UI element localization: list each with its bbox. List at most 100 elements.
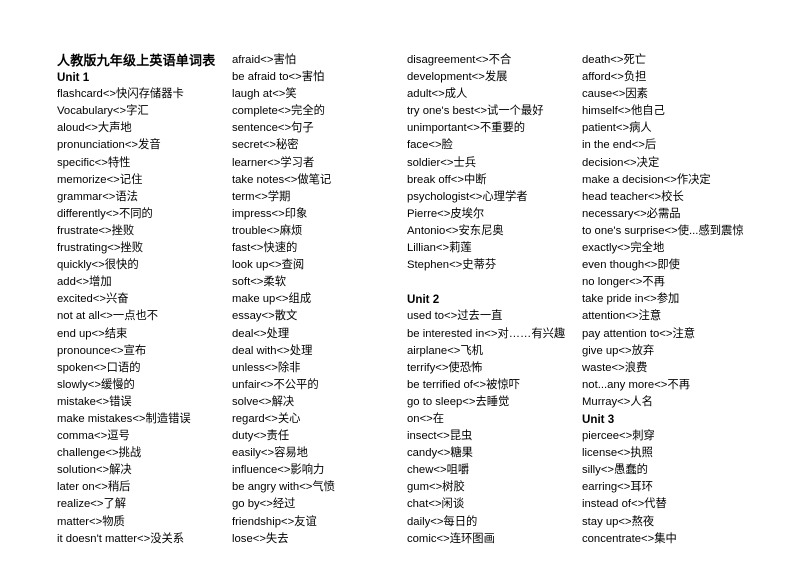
vocabulary-entry: piercee<>刺穿 [582, 430, 655, 443]
vocabulary-entry: trouble<>麻烦 [232, 224, 303, 237]
vocabulary-entry: mistake<>错误 [57, 395, 132, 408]
vocabulary-entry: challenge<>挑战 [57, 447, 142, 460]
vocabulary-entry: slowly<>缓慢的 [57, 378, 135, 391]
vocabulary-entry: in the end<>后 [582, 139, 657, 152]
vocabulary-entry: chew<>咀嚼 [407, 464, 470, 477]
vocabulary-entry: secret<>秘密 [232, 139, 299, 152]
vocabulary-entry: go by<>经过 [232, 498, 296, 511]
vocabulary-entry: grammar<>语法 [57, 190, 138, 203]
column-3: disagreement<>不合 development<>发展 adult<>成人… [407, 52, 582, 548]
vocabulary-entry: patient<>病人 [582, 122, 652, 135]
vocabulary-entry: Antonio<>安东尼奥 [407, 224, 504, 237]
vocabulary-entry: take pride in<>参加 [582, 293, 680, 306]
vocabulary-entry: concentrate<>集中 [582, 532, 677, 545]
vocabulary-entry: solve<>解决 [232, 395, 295, 408]
vocabulary-entry: stay up<>熬夜 [582, 515, 655, 528]
vocabulary-entry: deal with<>处理 [232, 344, 313, 357]
vocabulary-entry: make a decision<>作决定 [582, 173, 711, 186]
vocabulary-entry: soft<>柔软 [232, 276, 286, 289]
vocabulary-entry: quickly<>很快的 [57, 259, 139, 272]
vocabulary-entry: influence<>影响力 [232, 464, 325, 477]
vocabulary-entry: make up<>组成 [232, 293, 312, 306]
vocabulary-entry: exactly<>完全地 [582, 242, 665, 255]
vocabulary-entry: pronunciation<>发音 [57, 139, 161, 152]
vocabulary-entry: later on<>稍后 [57, 481, 131, 494]
vocabulary-entry: daily<>每日的 [407, 515, 478, 528]
vocabulary-entry: afford<>负担 [582, 71, 647, 84]
vocabulary-entry: solution<>解决 [57, 464, 132, 477]
spacer-row [407, 274, 582, 291]
vocabulary-entry: license<>执照 [582, 447, 653, 460]
vocabulary-entry: to one's surprise<>使...感到震惊 [582, 224, 744, 237]
vocabulary-entry: make mistakes<>制造错误 [57, 412, 191, 425]
vocabulary-entry: unfair<>不公平的 [232, 378, 319, 391]
page-title: 人教版九年级上英语单词表 [57, 53, 216, 68]
vocabulary-entry: be angry with<>气愤 [232, 481, 335, 494]
vocabulary-entry: waste<>浪费 [582, 361, 648, 374]
column-4: death<>死亡 afford<>负担 cause<>因素 himself<>他自己… [582, 52, 782, 548]
word-list-document: 人教版九年级上英语单词表 Unit 1 flashcard<>快闪存储器卡 Vocab… [0, 0, 800, 566]
vocabulary-entry: himself<>他自己 [582, 105, 665, 118]
vocabulary-entry: necessary<>必需品 [582, 207, 681, 220]
vocabulary-entry: pay attention to<>注意 [582, 327, 696, 340]
vocabulary-entry: fast<>快速的 [232, 242, 298, 255]
vocabulary-entry: add<>增加 [57, 276, 112, 289]
vocabulary-entry: Vocabulary<>字汇 [57, 105, 149, 118]
vocabulary-entry: instead of<>代替 [582, 498, 667, 511]
vocabulary-entry: cause<>因素 [582, 88, 648, 101]
vocabulary-entry: be interested in<>对……有兴趣 [407, 327, 566, 340]
vocabulary-entry: pronounce<>宣布 [57, 344, 147, 357]
vocabulary-entry: give up<>放弃 [582, 344, 655, 357]
vocabulary-entry: excited<>兴奋 [57, 293, 129, 306]
vocabulary-entry: head teacher<>校长 [582, 190, 684, 203]
vocabulary-entry: death<>死亡 [582, 54, 647, 66]
vocabulary-entry: sentence<>句子 [232, 122, 314, 135]
vocabulary-entry: aloud<>大声地 [57, 122, 132, 135]
vocabulary-entry: deal<>处理 [232, 327, 290, 340]
vocabulary-entry: Lillian<>莉莲 [407, 242, 472, 255]
vocabulary-entry: on<>在 [407, 412, 445, 425]
vocabulary-entry: laugh at<>笑 [232, 88, 297, 101]
vocabulary-entry: psychologist<>心理学者 [407, 190, 528, 203]
vocabulary-entry: silly<>愚蠢的 [582, 464, 648, 477]
vocabulary-entry: essay<>散文 [232, 310, 298, 323]
vocabulary-entry: realize<>了解 [57, 498, 127, 511]
vocabulary-entry: impress<>印象 [232, 207, 308, 220]
unit-heading: Unit 1 [57, 71, 90, 85]
vocabulary-entry: matter<>物质 [57, 515, 125, 528]
vocabulary-entry: break off<>中断 [407, 173, 487, 186]
vocabulary-entry: earring<>耳环 [582, 481, 653, 494]
vocabulary-entry: afraid<>害怕 [232, 54, 297, 66]
word-list-columns: 人教版九年级上英语单词表 Unit 1 flashcard<>快闪存储器卡 Vocab… [0, 52, 800, 548]
vocabulary-entry: adult<>成人 [407, 88, 468, 101]
vocabulary-entry: go to sleep<>去睡觉 [407, 395, 510, 408]
column-1: 人教版九年级上英语单词表 Unit 1 flashcard<>快闪存储器卡 Vocab… [57, 52, 232, 548]
unit-heading: Unit 3 [582, 412, 615, 426]
vocabulary-entry: learner<>学习者 [232, 156, 315, 169]
vocabulary-entry: terrify<>使恐怖 [407, 361, 483, 374]
vocabulary-entry: insect<>昆虫 [407, 430, 473, 443]
vocabulary-entry: differently<>不同的 [57, 207, 153, 220]
vocabulary-entry: disagreement<>不合 [407, 54, 512, 66]
vocabulary-entry: take notes<>做笔记 [232, 173, 332, 186]
vocabulary-entry: chat<>闲谈 [407, 498, 465, 511]
vocabulary-entry: used to<>过去一直 [407, 310, 503, 323]
column-2: afraid<>害怕 be afraid to<>害怕 laugh at<>笑 com… [232, 52, 407, 548]
vocabulary-entry: unless<>除非 [232, 361, 301, 374]
vocabulary-entry: be terrified of<>被惊吓 [407, 378, 521, 391]
vocabulary-entry: easily<>容易地 [232, 447, 308, 460]
vocabulary-entry: spoken<>口语的 [57, 361, 141, 374]
vocabulary-entry: be afraid to<>害怕 [232, 71, 325, 84]
vocabulary-entry: frustrating<>挫败 [57, 242, 144, 255]
vocabulary-entry: development<>发展 [407, 71, 508, 84]
vocabulary-entry: duty<>责任 [232, 430, 290, 443]
vocabulary-entry: flashcard<>快闪存储器卡 [57, 88, 184, 101]
vocabulary-entry: friendship<>友谊 [232, 515, 317, 528]
vocabulary-entry: term<>学期 [232, 190, 291, 203]
vocabulary-entry: attention<>注意 [582, 310, 662, 323]
vocabulary-entry: end up<>结束 [57, 327, 128, 340]
vocabulary-entry: decision<>决定 [582, 156, 660, 169]
vocabulary-entry: lose<>失去 [232, 532, 289, 545]
vocabulary-entry: look up<>查阅 [232, 259, 305, 272]
vocabulary-entry: regard<>关心 [232, 412, 301, 425]
